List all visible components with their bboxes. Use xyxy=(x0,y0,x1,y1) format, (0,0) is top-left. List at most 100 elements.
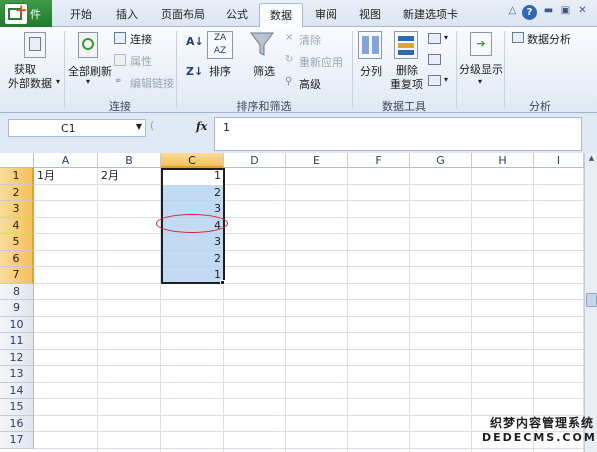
chevron-down-icon[interactable]: ▾ xyxy=(86,77,90,86)
filter-button[interactable]: 筛选 xyxy=(253,63,275,79)
row-header-7[interactable]: 7 xyxy=(0,267,34,284)
column-header-i[interactable]: I xyxy=(534,153,584,168)
row-header-12[interactable]: 12 xyxy=(0,349,34,366)
edit-links-button[interactable]: 编辑链接 xyxy=(130,75,174,91)
row-header-3[interactable]: 3 xyxy=(0,201,34,218)
data-validation-icon[interactable] xyxy=(428,33,441,44)
column-header-c[interactable]: C xyxy=(161,153,224,168)
row-header-10[interactable]: 10 xyxy=(0,316,34,333)
outline-button[interactable]: 分级显示 xyxy=(459,61,503,77)
group-label-data-tools: 数据工具 xyxy=(382,100,426,113)
gridline-vertical xyxy=(471,168,472,452)
tab-home[interactable]: 开始 xyxy=(70,6,92,22)
column-header-h[interactable]: H xyxy=(472,153,534,168)
clear-button[interactable]: 清除 xyxy=(299,32,321,48)
window-restore-icon[interactable]: ▣ xyxy=(558,5,573,20)
row-header-9[interactable]: 9 xyxy=(0,300,34,317)
watermark-line2: DEDECMS.COM xyxy=(482,431,597,444)
row-header-16[interactable]: 16 xyxy=(0,415,34,432)
chevron-down-icon[interactable]: ▾ xyxy=(444,33,448,42)
cell-b1[interactable]: 2月 xyxy=(98,168,161,184)
column-header-b[interactable]: B xyxy=(98,153,161,168)
tab-review[interactable]: 审阅 xyxy=(315,6,337,22)
what-if-analysis-icon[interactable] xyxy=(428,75,441,86)
tab-view[interactable]: 视图 xyxy=(359,6,381,22)
sort-ascending-icon[interactable]: A↓ xyxy=(186,35,204,48)
tab-page-layout[interactable]: 页面布局 xyxy=(161,6,205,22)
row-header-2[interactable]: 2 xyxy=(0,184,34,201)
column-header-g[interactable]: G xyxy=(410,153,472,168)
gridline-horizontal xyxy=(34,216,584,218)
row-header-1[interactable]: 1 xyxy=(0,168,34,185)
row-header-14[interactable]: 14 xyxy=(0,382,34,399)
expand-icon[interactable]: ( xyxy=(150,119,154,132)
text-to-columns-button[interactable]: 分列 xyxy=(360,63,382,79)
vertical-scrollbar[interactable]: ▲ xyxy=(584,153,597,452)
watermark: 织梦内容管理系统 DEDECMS.COM xyxy=(482,414,597,450)
cell-c7[interactable]: 1 xyxy=(161,267,224,283)
scroll-up-icon[interactable]: ▲ xyxy=(586,154,597,166)
column-header-d[interactable]: D xyxy=(224,153,286,168)
edit-links-icon: ⚭ xyxy=(114,76,123,87)
reapply-button[interactable]: 重新应用 xyxy=(299,54,343,70)
properties-icon xyxy=(114,54,126,66)
reapply-icon: ↻ xyxy=(285,54,294,65)
row-header-17[interactable]: 17 xyxy=(0,432,34,449)
formula-input[interactable]: 1 xyxy=(214,117,582,151)
sort-descending-icon[interactable]: Z↓ xyxy=(186,65,203,78)
gridline-vertical xyxy=(285,168,286,452)
gridline-horizontal xyxy=(34,398,584,399)
gridline-horizontal xyxy=(34,233,584,234)
window-close-icon[interactable]: ✕ xyxy=(575,5,590,20)
fill-handle[interactable] xyxy=(220,279,225,285)
minimize-ribbon-icon[interactable]: △ xyxy=(505,5,520,20)
window-minimize-icon[interactable]: ▬ xyxy=(541,5,556,20)
gridline-horizontal xyxy=(34,249,584,251)
gridline-horizontal xyxy=(34,381,584,383)
tab-data[interactable]: 数据 xyxy=(259,3,303,28)
data-analysis-button[interactable]: 数据分析 xyxy=(527,31,571,47)
row-header-5[interactable]: 5 xyxy=(0,234,34,251)
select-all-corner[interactable] xyxy=(0,153,34,168)
chevron-down-icon[interactable]: ▾ xyxy=(478,77,482,86)
tab-new[interactable]: 新建选项卡 xyxy=(403,6,458,22)
row-header-13[interactable]: 13 xyxy=(0,366,34,383)
tab-file[interactable]: + 件 xyxy=(0,0,52,27)
row-header-8[interactable]: 8 xyxy=(0,283,34,300)
cell-c6[interactable]: 2 xyxy=(161,251,224,267)
row-header-11[interactable]: 11 xyxy=(0,333,34,350)
chevron-down-icon[interactable]: ▾ xyxy=(444,75,448,84)
connections-button[interactable]: 连接 xyxy=(130,31,152,47)
row-header-15[interactable]: 15 xyxy=(0,399,34,416)
row-header-4[interactable]: 4 xyxy=(0,217,34,234)
column-header-e[interactable]: E xyxy=(286,153,348,168)
insert-function-icon[interactable]: fx xyxy=(196,120,207,133)
name-box[interactable]: C1 ▼ xyxy=(8,119,146,137)
chevron-down-icon[interactable]: ▼ xyxy=(136,122,142,131)
cell-c2[interactable]: 2 xyxy=(161,185,224,201)
scroll-thumb[interactable] xyxy=(586,293,597,307)
consolidate-icon[interactable] xyxy=(428,54,441,65)
cell-c5[interactable]: 3 xyxy=(161,234,224,250)
sort-icon: ZA AZ xyxy=(207,31,233,59)
remove-duplicates-label2[interactable]: 重复项 xyxy=(390,76,423,92)
advanced-button[interactable]: 高级 xyxy=(299,76,321,92)
worksheet-grid[interactable]: ABCDEFGHI 1 2 3 4 5 6 7 8 9 10 11 12 13 14 15 16 17 1月 2月… xyxy=(0,153,584,452)
help-icon[interactable]: ? xyxy=(522,5,537,20)
cell-a1[interactable]: 1月 xyxy=(34,168,98,184)
clear-filter-icon: ⨯ xyxy=(285,32,294,43)
tab-insert[interactable]: 插入 xyxy=(116,6,138,22)
data-analysis-icon xyxy=(512,32,524,43)
sort-button[interactable]: 排序 xyxy=(209,63,231,79)
gridline-horizontal xyxy=(34,299,584,300)
properties-button[interactable]: 属性 xyxy=(130,53,152,69)
row-header-6[interactable]: 6 xyxy=(0,250,34,267)
get-external-data-label2[interactable]: 外部数据 xyxy=(8,75,52,91)
tab-formulas[interactable]: 公式 xyxy=(226,6,248,22)
column-header-a[interactable]: A xyxy=(34,153,98,168)
name-box-value: C1 xyxy=(61,122,76,135)
cell-c1[interactable]: 1 xyxy=(161,168,224,184)
column-header-f[interactable]: F xyxy=(348,153,410,168)
chevron-down-icon[interactable]: ▾ xyxy=(56,77,60,86)
watermark-line1: 织梦内容管理系统 xyxy=(489,416,594,430)
